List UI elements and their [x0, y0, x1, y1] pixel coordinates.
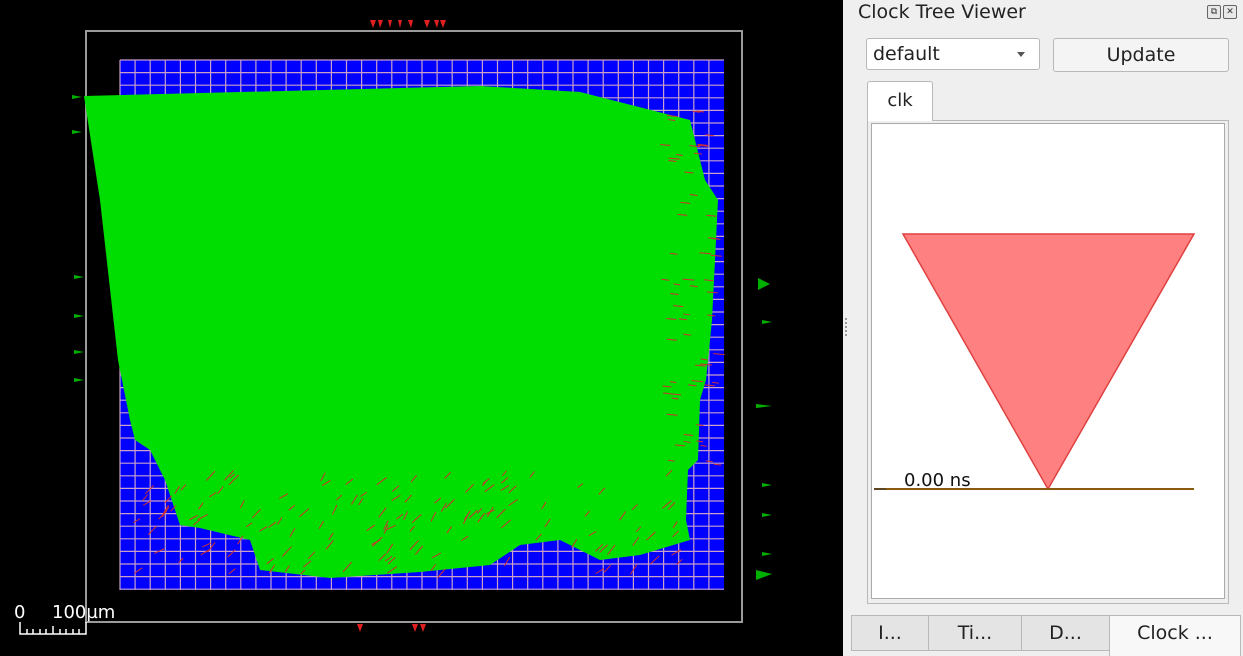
tab-timing[interactable]: Ti...	[928, 615, 1022, 651]
clock-tree-viewer-panel: Clock Tree Viewer ⧉ ✕ default Update clk…	[849, 0, 1243, 656]
clock-tree-canvas[interactable]: 0.00 ns	[871, 123, 1225, 599]
scale-bar	[19, 622, 87, 635]
close-icon[interactable]: ✕	[1223, 5, 1237, 19]
panel-title: Clock Tree Viewer	[858, 1, 1026, 23]
tab-inspector[interactable]: I...	[851, 615, 929, 651]
layout-viewer[interactable]: 0 100µm	[0, 0, 843, 656]
update-button[interactable]: Update	[1053, 38, 1229, 72]
tab-clock[interactable]: Clock ...	[1109, 615, 1241, 656]
scale-start: 0	[14, 602, 25, 623]
corner-select[interactable]: default	[866, 38, 1040, 70]
scale-label: 100µm	[52, 602, 115, 623]
tab-clk[interactable]: clk	[867, 81, 933, 121]
clock-routing	[84, 86, 718, 578]
bottom-tab-bar: I... Ti... D... Clock ...	[849, 615, 1243, 656]
time-label: 0.00 ns	[904, 470, 971, 491]
float-icon[interactable]: ⧉	[1207, 5, 1221, 19]
corner-select-value: default	[873, 43, 940, 65]
chevron-down-icon	[1017, 52, 1025, 57]
clock-buffer-triangle	[901, 233, 1196, 491]
layout-canvas[interactable]: 0 100µm	[0, 0, 843, 656]
tab-drc[interactable]: D...	[1021, 615, 1110, 651]
clock-tree-frame: 0.00 ns	[867, 120, 1229, 604]
